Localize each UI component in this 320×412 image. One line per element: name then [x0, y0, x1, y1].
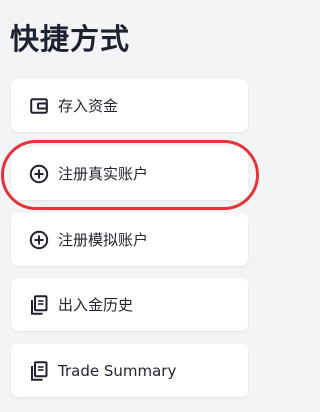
add-circle-icon — [29, 164, 49, 184]
shortcut-register-demo-account[interactable]: 注册模拟账户 — [11, 213, 248, 266]
shortcut-funds-history[interactable]: 出入金历史 — [11, 278, 248, 331]
shortcut-label: 出入金历史 — [58, 296, 134, 314]
shortcut-label: Trade Summary — [58, 361, 177, 380]
add-circle-icon — [29, 230, 49, 250]
documents-icon — [29, 294, 49, 315]
shortcut-label: 存入资金 — [58, 97, 119, 115]
wallet-icon — [29, 96, 49, 116]
shortcut-register-real-account[interactable]: 注册真实账户 — [11, 147, 248, 200]
page-title: 快捷方式 — [10, 22, 131, 56]
documents-icon — [29, 360, 49, 381]
shortcut-label: 注册真实账户 — [58, 165, 149, 183]
shortcut-label: 注册模拟账户 — [58, 231, 149, 249]
shortcut-deposit-funds[interactable]: 存入资金 — [11, 79, 248, 132]
shortcut-trade-summary[interactable]: Trade Summary — [11, 344, 248, 397]
